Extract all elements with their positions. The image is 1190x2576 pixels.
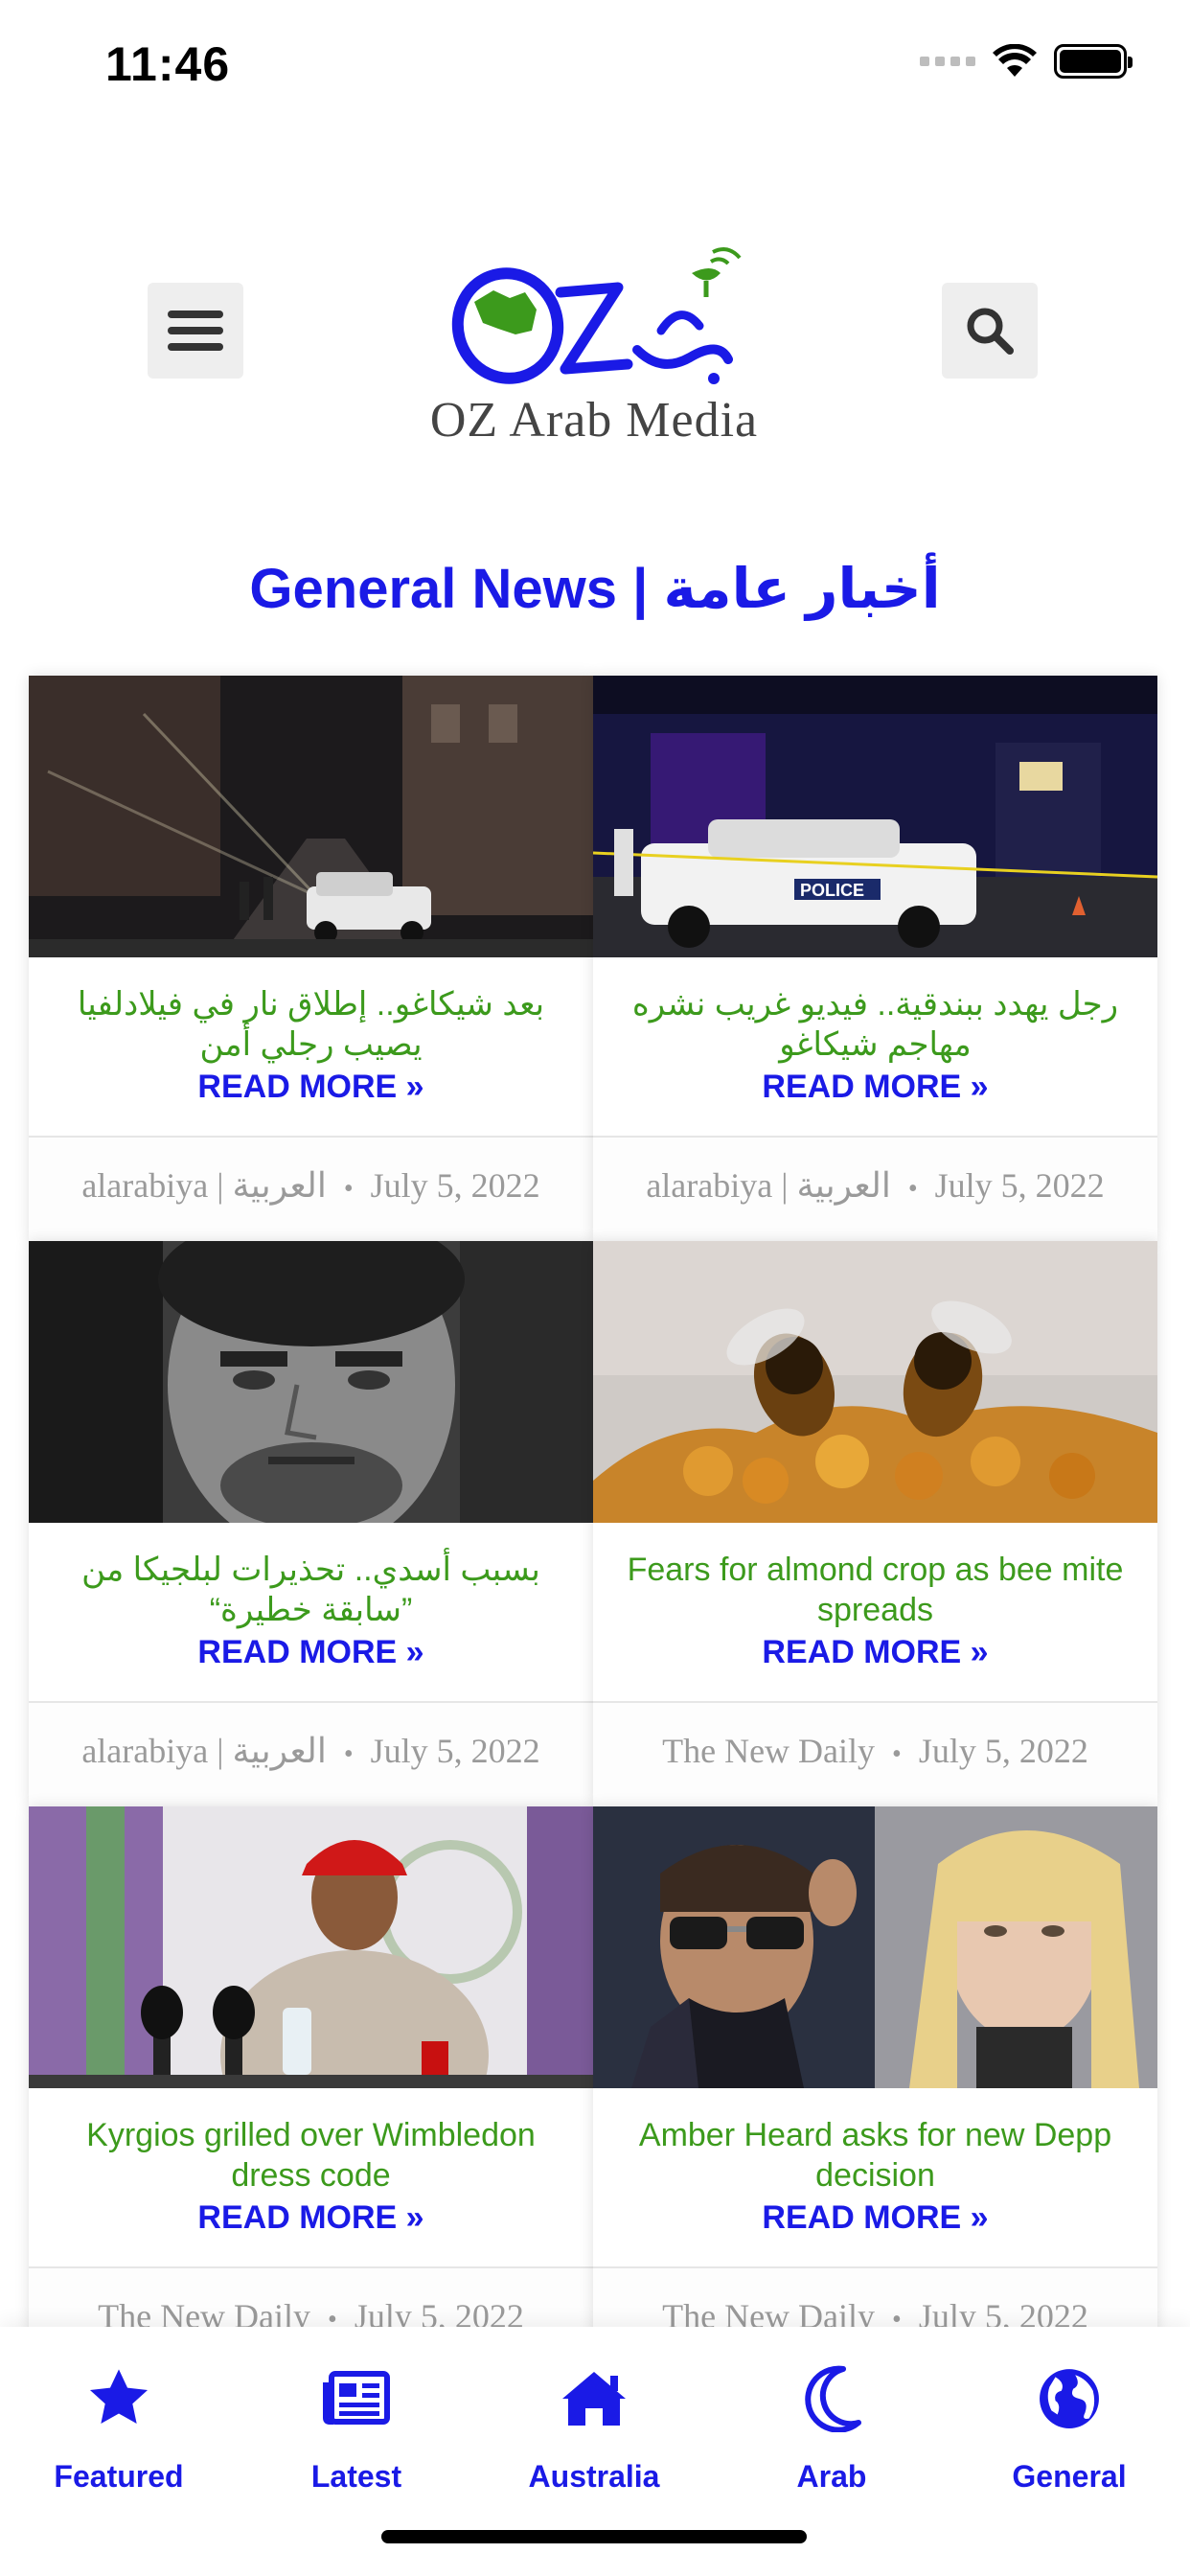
news-meta: The New Daily • July 5, 2022 <box>593 1701 1157 1806</box>
news-meta: alarabiya | العربية • July 5, 2022 <box>29 1136 593 1241</box>
svg-text:POLICE: POLICE <box>800 881 864 900</box>
read-more-link[interactable]: READ MORE » <box>593 2194 1157 2261</box>
news-image[interactable] <box>29 676 593 957</box>
tab-label: Australia <box>528 2459 660 2494</box>
battery-icon <box>1054 44 1133 79</box>
news-title[interactable]: Kyrgios grilled over Wimbledon dress cod… <box>29 2088 593 2194</box>
hamburger-menu-icon <box>168 310 223 318</box>
newspaper-icon <box>323 2371 390 2425</box>
news-title[interactable]: Fears for almond crop as bee mite spread… <box>593 1523 1157 1628</box>
news-card[interactable]: Fears for almond crop as bee mite spread… <box>593 1241 1157 1806</box>
tab-general[interactable]: General <box>950 2356 1188 2495</box>
tab-label: General <box>1012 2459 1127 2494</box>
tab-arab[interactable]: Arab <box>713 2356 950 2495</box>
app-header: OZ Arab Media <box>0 220 1190 470</box>
globe-icon <box>1040 2369 1099 2428</box>
news-image[interactable] <box>29 1241 593 1523</box>
news-date: July 5, 2022 <box>934 1166 1105 1205</box>
news-card[interactable]: بعد شيكاغو.. إطلاق نار في فيلادلفيا يصيب… <box>29 676 593 1241</box>
news-source: The New Daily <box>662 1732 876 1770</box>
tab-australia[interactable]: Australia <box>475 2356 713 2495</box>
status-bar: 11:46 <box>0 0 1190 125</box>
search-icon <box>967 308 1014 355</box>
news-source: alarabiya | العربية <box>646 1166 891 1205</box>
wifi-icon <box>993 44 1037 77</box>
tab-featured[interactable]: Featured <box>0 2356 238 2495</box>
news-image[interactable] <box>593 1806 1157 2088</box>
news-source: alarabiya | العربية <box>81 1166 327 1205</box>
news-title[interactable]: Amber Heard asks for new Depp decision <box>593 2088 1157 2194</box>
oz-arab-media-logo[interactable]: OZ Arab Media <box>412 235 776 465</box>
home-icon <box>562 2372 626 2426</box>
news-date: July 5, 2022 <box>918 1732 1088 1770</box>
read-more-link[interactable]: READ MORE » <box>593 1628 1157 1695</box>
moon-icon <box>805 2365 861 2432</box>
news-card[interactable]: Amber Heard asks for new Depp decision R… <box>593 1806 1157 2372</box>
menu-button[interactable] <box>148 283 243 379</box>
news-title[interactable]: بسبب أسدي.. تحذيرات لبلجيكا من ”سابقة خط… <box>29 1523 593 1628</box>
read-more-link[interactable]: READ MORE » <box>29 1628 593 1695</box>
cellular-signal-icon <box>920 57 975 66</box>
tab-label: Latest <box>310 2459 402 2494</box>
read-more-link[interactable]: READ MORE » <box>29 1063 593 1130</box>
news-title[interactable]: بعد شيكاغو.. إطلاق نار في فيلادلفيا يصيب… <box>29 957 593 1063</box>
status-time: 11:46 <box>105 37 231 91</box>
search-button[interactable] <box>942 283 1038 379</box>
news-date: July 5, 2022 <box>370 1732 540 1770</box>
news-card[interactable]: POLICE رجل يهدد ببندقية.. فيديو غريب نشر… <box>593 676 1157 1241</box>
news-image[interactable]: POLICE <box>593 676 1157 957</box>
news-card[interactable]: Kyrgios grilled over Wimbledon dress cod… <box>29 1806 593 2372</box>
news-date: July 5, 2022 <box>370 1166 540 1205</box>
section-title: General News | أخبار عامة <box>249 558 941 620</box>
news-image[interactable] <box>29 1806 593 2088</box>
read-more-link[interactable]: READ MORE » <box>593 1063 1157 1130</box>
news-grid: بعد شيكاغو.. إطلاق نار في فيلادلفيا يصيب… <box>29 676 1157 2372</box>
news-meta: alarabiya | العربية • July 5, 2022 <box>593 1136 1157 1241</box>
logo-text: OZ Arab Media <box>429 393 759 448</box>
news-image[interactable] <box>593 1241 1157 1523</box>
star-icon <box>89 2369 149 2424</box>
tab-label: Arab <box>796 2459 867 2494</box>
news-title[interactable]: رجل يهدد ببندقية.. فيديو غريب نشره مهاجم… <box>593 957 1157 1063</box>
news-source: alarabiya | العربية <box>81 1732 327 1770</box>
news-meta: alarabiya | العربية • July 5, 2022 <box>29 1701 593 1806</box>
home-indicator[interactable] <box>381 2530 807 2543</box>
tab-latest[interactable]: Latest <box>238 2356 475 2495</box>
status-icons <box>920 44 1133 79</box>
tab-label: Featured <box>54 2459 184 2494</box>
logo-mark <box>451 247 742 384</box>
read-more-link[interactable]: READ MORE » <box>29 2194 593 2261</box>
news-card[interactable]: بسبب أسدي.. تحذيرات لبلجيكا من ”سابقة خط… <box>29 1241 593 1806</box>
